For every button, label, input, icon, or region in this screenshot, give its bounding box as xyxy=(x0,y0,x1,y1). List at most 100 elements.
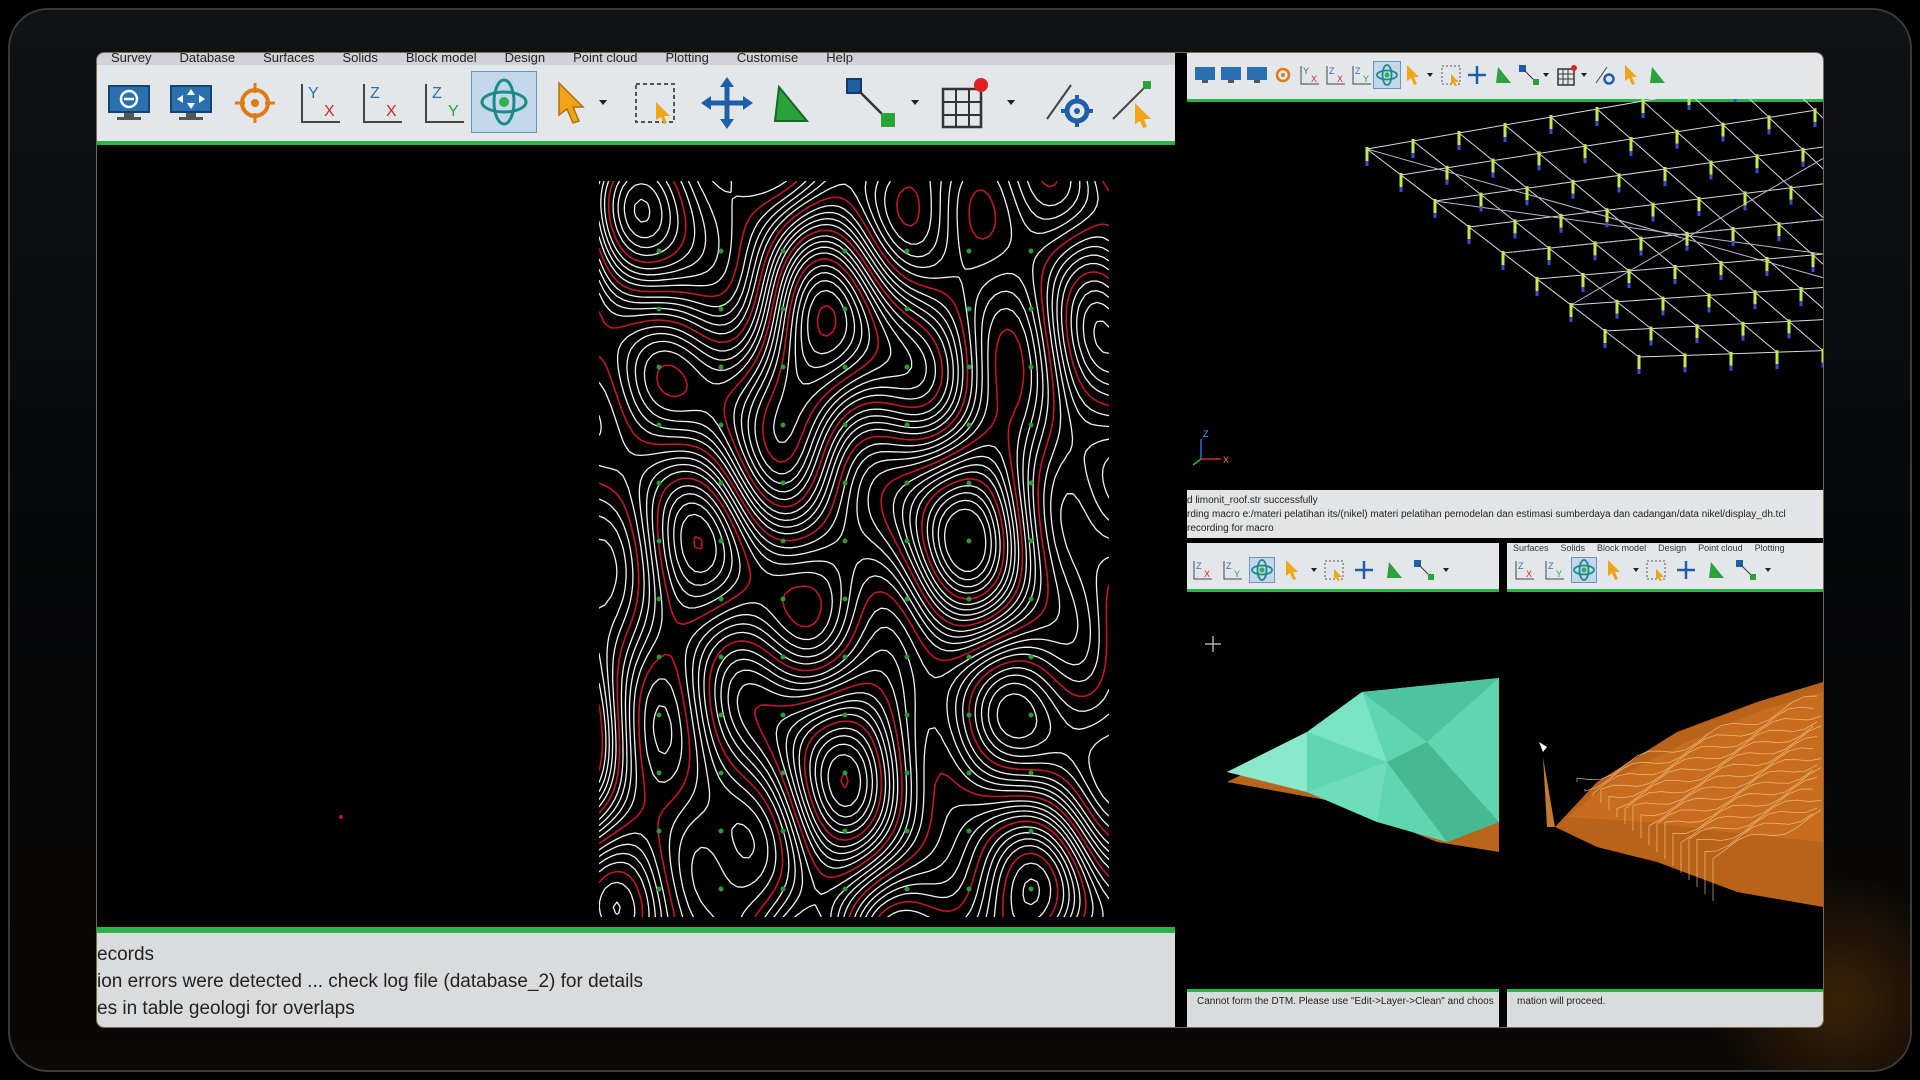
zoom-out-monitor-icon[interactable] xyxy=(101,75,157,131)
pointer-cursor-icon xyxy=(1539,742,1547,752)
line-dropdown-chevron-icon[interactable] xyxy=(905,75,925,131)
menu-item[interactable]: Design xyxy=(505,53,545,65)
menu-item[interactable]: Customise xyxy=(737,53,798,65)
select-icon[interactable] xyxy=(1601,557,1627,583)
drillhole-bottom xyxy=(1775,364,1779,370)
dropdown-chevron-icon[interactable] xyxy=(1579,61,1589,89)
dropdown-chevron-icon[interactable] xyxy=(1541,61,1551,89)
pan-icon[interactable] xyxy=(699,75,755,131)
line-tool-icon[interactable] xyxy=(843,75,899,131)
menu-item[interactable]: Surfaces xyxy=(263,53,314,65)
drillhole-trace xyxy=(1549,115,1553,129)
menu-item[interactable]: Database xyxy=(179,53,235,65)
drillhole-trace xyxy=(1775,350,1779,365)
box-icon[interactable] xyxy=(1643,557,1669,583)
drillhole-bottom xyxy=(1513,233,1517,239)
rotate-icon[interactable] xyxy=(1373,61,1401,89)
view-yx-icon[interactable]: YX xyxy=(291,75,347,131)
yx-icon[interactable]: YX xyxy=(1295,61,1323,89)
pan-icon[interactable] xyxy=(1673,557,1699,583)
menu-item[interactable]: Plotting xyxy=(665,53,708,65)
view-zx-icon[interactable]: ZX xyxy=(353,75,409,131)
select-icon[interactable] xyxy=(1617,61,1645,89)
zy-icon[interactable]: ZY xyxy=(1219,557,1245,583)
box-icon[interactable] xyxy=(1321,557,1347,583)
tri-icon[interactable] xyxy=(1381,557,1407,583)
menu-item[interactable]: Solids xyxy=(342,53,377,65)
drillhole-grid-view[interactable]: Z X xyxy=(1187,99,1823,490)
drillhole-trace xyxy=(1569,303,1573,317)
menu-item[interactable]: Survey xyxy=(111,53,151,65)
dropdown-chevron-icon[interactable] xyxy=(1425,61,1435,89)
drillhole-bottom xyxy=(1753,304,1757,310)
mini-menu-item[interactable]: Point cloud xyxy=(1698,543,1743,553)
tri-icon[interactable] xyxy=(1643,61,1671,89)
rotate-3d-icon[interactable] xyxy=(471,71,537,133)
menu-item[interactable]: Block model xyxy=(406,53,477,65)
main-view-pane: Survey Database Surfaces Solids Block model D… xyxy=(97,53,1175,1027)
survey-node xyxy=(904,364,910,370)
svg-text:Z: Z xyxy=(1226,561,1232,571)
survey-node xyxy=(904,538,910,544)
grid-dropdown-chevron-icon[interactable] xyxy=(1001,75,1021,131)
drillhole-trace xyxy=(1651,202,1655,217)
target-icon[interactable] xyxy=(1269,61,1297,89)
line-select-icon[interactable] xyxy=(1107,75,1163,131)
menu-item[interactable]: Point cloud xyxy=(573,53,637,65)
box-select-icon[interactable] xyxy=(627,75,683,131)
main-graphics-viewport[interactable] xyxy=(97,145,1175,977)
rotate-icon[interactable] xyxy=(1571,557,1597,583)
dropdown-chevron-icon[interactable] xyxy=(1441,557,1451,583)
zoom-extents-icon[interactable] xyxy=(163,75,219,131)
mini-menu-item[interactable]: Plotting xyxy=(1755,543,1785,553)
line-icon[interactable] xyxy=(1411,557,1437,583)
survey-node xyxy=(656,596,662,602)
select-icon[interactable] xyxy=(1279,557,1305,583)
zy-icon[interactable]: ZY xyxy=(1541,557,1567,583)
menu-item[interactable]: Help xyxy=(826,53,853,65)
drillhole-trace xyxy=(1709,160,1713,175)
monitor-icon[interactable] xyxy=(1217,61,1245,89)
dropdown-chevron-icon[interactable] xyxy=(1309,557,1319,583)
tri-icon[interactable] xyxy=(1703,557,1729,583)
survey-node xyxy=(656,538,662,544)
zx-icon[interactable]: ZX xyxy=(1511,557,1537,583)
dropdown-chevron-icon[interactable] xyxy=(1631,557,1641,583)
select-icon[interactable] xyxy=(1399,61,1427,89)
monitor-icon[interactable] xyxy=(1191,61,1219,89)
drillhole-trace xyxy=(1639,236,1643,251)
dtm-teal-view[interactable] xyxy=(1187,592,1499,987)
grid-icon[interactable] xyxy=(1553,61,1581,89)
mini-menu-item[interactable]: Solids xyxy=(1561,543,1586,553)
drillhole-bottom xyxy=(1813,122,1817,128)
tri-icon[interactable] xyxy=(1489,61,1517,89)
zy-icon[interactable]: ZY xyxy=(1347,61,1375,89)
monitor-icon[interactable] xyxy=(1243,61,1271,89)
pan-icon[interactable] xyxy=(1463,61,1491,89)
rotate-icon[interactable] xyxy=(1249,557,1275,583)
macro-log: d limonit_roof.str successfully rding ma… xyxy=(1187,490,1823,538)
triangle-icon[interactable] xyxy=(761,75,817,131)
mini-menu-item[interactable]: Block model xyxy=(1597,543,1646,553)
pane-divider[interactable] xyxy=(1175,53,1187,1027)
subpane-divider[interactable] xyxy=(1499,543,1507,1027)
line-icon[interactable] xyxy=(1515,61,1543,89)
drillhole-bottom xyxy=(1457,145,1461,150)
settings-icon[interactable] xyxy=(1041,75,1097,131)
grid-icon[interactable] xyxy=(937,75,993,131)
mini-menu-item[interactable]: Surfaces xyxy=(1513,543,1549,553)
crosshair-target-icon[interactable] xyxy=(227,75,283,131)
select-dropdown-chevron-icon[interactable] xyxy=(593,75,613,131)
mini-menu-item[interactable]: Design xyxy=(1658,543,1686,553)
zx-icon[interactable]: ZX xyxy=(1189,557,1215,583)
select-arrow-icon[interactable] xyxy=(543,75,599,131)
line-icon[interactable] xyxy=(1733,557,1759,583)
pan-icon[interactable] xyxy=(1351,557,1377,583)
view-zy-icon[interactable]: ZY xyxy=(415,75,471,131)
dtm-orange-view[interactable] xyxy=(1507,592,1823,987)
dropdown-chevron-icon[interactable] xyxy=(1763,557,1773,583)
zx-icon[interactable]: ZX xyxy=(1321,61,1349,89)
gear-icon[interactable] xyxy=(1591,61,1619,89)
box-icon[interactable] xyxy=(1437,61,1465,89)
grid-line xyxy=(1570,286,1823,306)
